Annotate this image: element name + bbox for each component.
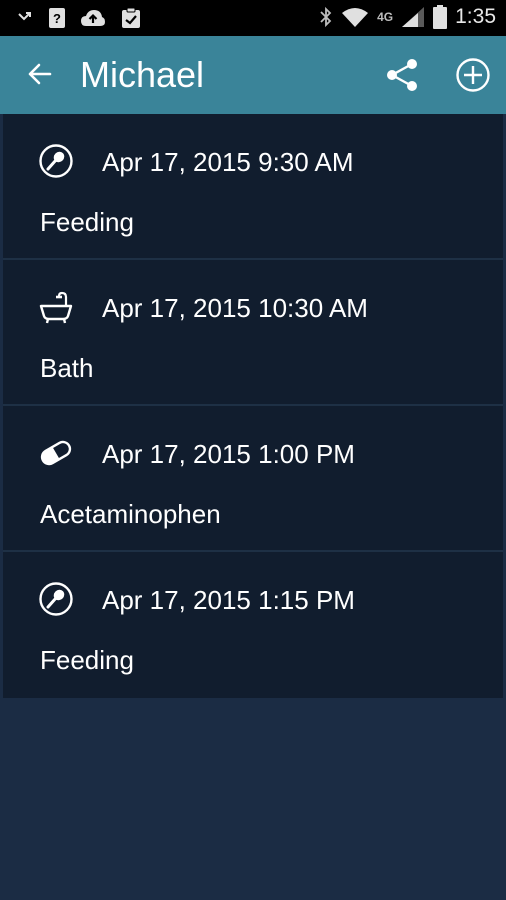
list-item[interactable]: Apr 17, 2015 10:30 AM Bath — [3, 260, 503, 406]
page-title: Michael — [80, 54, 205, 95]
svg-text:?: ? — [53, 11, 61, 26]
entry-time: Apr 17, 2015 9:30 AM — [102, 147, 354, 177]
cloud-upload-icon — [81, 10, 105, 26]
app-bar: Michael — [0, 36, 506, 114]
bathtub-icon — [39, 291, 73, 324]
missed-call-icon — [18, 12, 31, 21]
clock: 1:35 — [455, 5, 496, 28]
event-list: Apr 17, 2015 9:30 AM Feeding Apr 17, 201… — [3, 114, 503, 698]
entry-label: Feeding — [40, 645, 134, 675]
list-item[interactable]: Apr 17, 2015 1:00 PM Acetaminophen — [3, 406, 503, 552]
feeding-icon — [39, 144, 73, 178]
list-item[interactable]: Apr 17, 2015 1:15 PM Feeding — [3, 552, 503, 698]
entry-time: Apr 17, 2015 1:00 PM — [102, 439, 355, 469]
entry-time: Apr 17, 2015 1:15 PM — [102, 585, 355, 615]
back-button[interactable] — [24, 58, 56, 90]
wifi-icon — [342, 8, 369, 27]
plus-circle-icon — [456, 58, 490, 92]
pill-icon — [40, 440, 72, 466]
status-bar: ? 4G 1:35 — [0, 0, 506, 36]
bluetooth-icon — [320, 6, 332, 28]
entry-label: Bath — [40, 353, 94, 383]
clipboard-check-icon — [122, 7, 140, 28]
entry-label: Acetaminophen — [40, 499, 221, 529]
share-icon — [387, 59, 417, 91]
network-type-label: 4G — [377, 10, 394, 24]
battery-icon — [433, 5, 448, 29]
feeding-icon — [39, 582, 73, 616]
signal-icon — [402, 7, 425, 27]
share-button[interactable] — [384, 56, 422, 94]
unknown-file-icon: ? — [49, 8, 65, 28]
add-button[interactable] — [454, 56, 492, 94]
list-item[interactable]: Apr 17, 2015 9:30 AM Feeding — [3, 114, 503, 260]
entry-label: Feeding — [40, 207, 134, 237]
arrow-left-icon — [28, 63, 52, 85]
entry-time: Apr 17, 2015 10:30 AM — [102, 293, 368, 323]
